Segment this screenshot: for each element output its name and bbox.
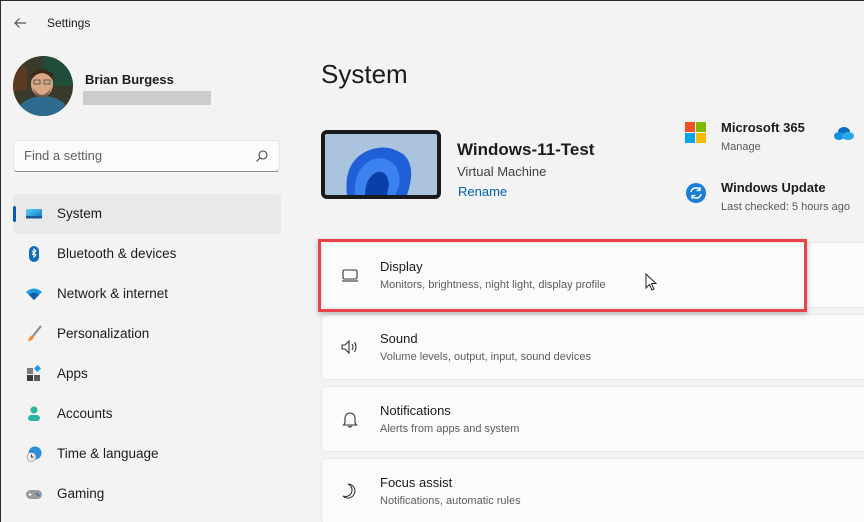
speaker-icon: [341, 339, 357, 355]
active-indicator: [13, 206, 16, 222]
setting-subtitle: Notifications, automatic rules: [380, 495, 521, 507]
setting-title: Display: [380, 259, 423, 274]
onedrive-cloud-icon[interactable]: [833, 125, 855, 141]
sidebar-item-label: Gaming: [57, 486, 105, 501]
setting-card-notifications[interactable]: Notifications Alerts from apps and syste…: [321, 386, 864, 452]
rename-link[interactable]: Rename: [458, 184, 507, 199]
title-bar: Settings: [1, 1, 864, 45]
sidebar-item-time-language[interactable]: Time & language: [13, 434, 281, 474]
page-title: System: [321, 59, 408, 89]
display-icon: [342, 269, 358, 282]
sidebar-item-bluetooth[interactable]: Bluetooth & devices: [13, 234, 281, 274]
system-display-icon: [26, 209, 42, 219]
quick-link-title: Microsoft 365: [721, 120, 805, 135]
user-name: Brian Burgess: [85, 72, 174, 87]
search-icon[interactable]: [255, 149, 269, 163]
sidebar-item-label: Network & internet: [57, 286, 169, 301]
person-icon: [28, 406, 40, 421]
quick-link-subtitle[interactable]: Manage: [721, 141, 761, 153]
setting-card-sound[interactable]: Sound Volume levels, output, input, soun…: [321, 314, 864, 380]
wifi-icon: [26, 288, 42, 300]
app-title: Settings: [47, 16, 91, 30]
avatar[interactable]: [13, 56, 73, 116]
gamepad-icon: [26, 490, 42, 499]
sidebar-item-label: Time & language: [57, 446, 159, 461]
globe-clock-icon: [26, 446, 42, 462]
setting-subtitle: Alerts from apps and system: [380, 423, 520, 435]
sidebar-item-personalization[interactable]: Personalization: [13, 314, 281, 354]
apps-icon: [27, 365, 42, 381]
search-box[interactable]: [13, 140, 280, 172]
sidebar-item-label: Apps: [57, 366, 88, 381]
windows-update-icon: [686, 183, 706, 203]
microsoft-logo-icon: [685, 122, 706, 143]
setting-title: Sound: [380, 331, 418, 346]
paintbrush-icon: [28, 325, 42, 341]
sidebar-item-gaming[interactable]: Gaming: [13, 474, 281, 514]
setting-subtitle: Monitors, brightness, night light, displ…: [380, 279, 606, 291]
arrow-left-icon: [14, 18, 26, 28]
sidebar-item-label: Bluetooth & devices: [57, 246, 177, 261]
search-input[interactable]: [24, 148, 244, 163]
mouse-cursor-icon: [645, 273, 658, 291]
sidebar-item-network[interactable]: Network & internet: [13, 274, 281, 314]
sidebar-nav: System Bluetooth & devices Network & int…: [13, 194, 281, 514]
quick-link-title: Windows Update: [721, 180, 826, 195]
sidebar-item-apps[interactable]: Apps: [13, 354, 281, 394]
bluetooth-icon: [29, 246, 39, 262]
setting-subtitle: Volume levels, output, input, sound devi…: [380, 351, 591, 363]
quick-link-subtitle: Last checked: 5 hours ago: [721, 201, 851, 213]
setting-card-display[interactable]: Display Monitors, brightness, night ligh…: [321, 242, 864, 308]
sidebar-item-label: Personalization: [57, 326, 150, 341]
sidebar-item-system[interactable]: System: [13, 194, 281, 234]
back-button[interactable]: [11, 13, 31, 33]
setting-title: Notifications: [380, 403, 451, 418]
setting-card-focus-assist[interactable]: Focus assist Notifications, automatic ru…: [321, 458, 864, 522]
sidebar-item-accounts[interactable]: Accounts: [13, 394, 281, 434]
moon-icon: [342, 483, 356, 499]
device-type: Virtual Machine: [457, 164, 547, 179]
user-email-redacted: [83, 91, 211, 105]
sidebar-item-label: Accounts: [57, 406, 113, 421]
device-wallpaper-thumbnail: [321, 130, 441, 199]
bell-icon: [342, 412, 358, 428]
device-name: Windows-11-Test: [457, 140, 595, 159]
setting-title: Focus assist: [380, 475, 453, 490]
sidebar-item-label: System: [57, 206, 103, 221]
